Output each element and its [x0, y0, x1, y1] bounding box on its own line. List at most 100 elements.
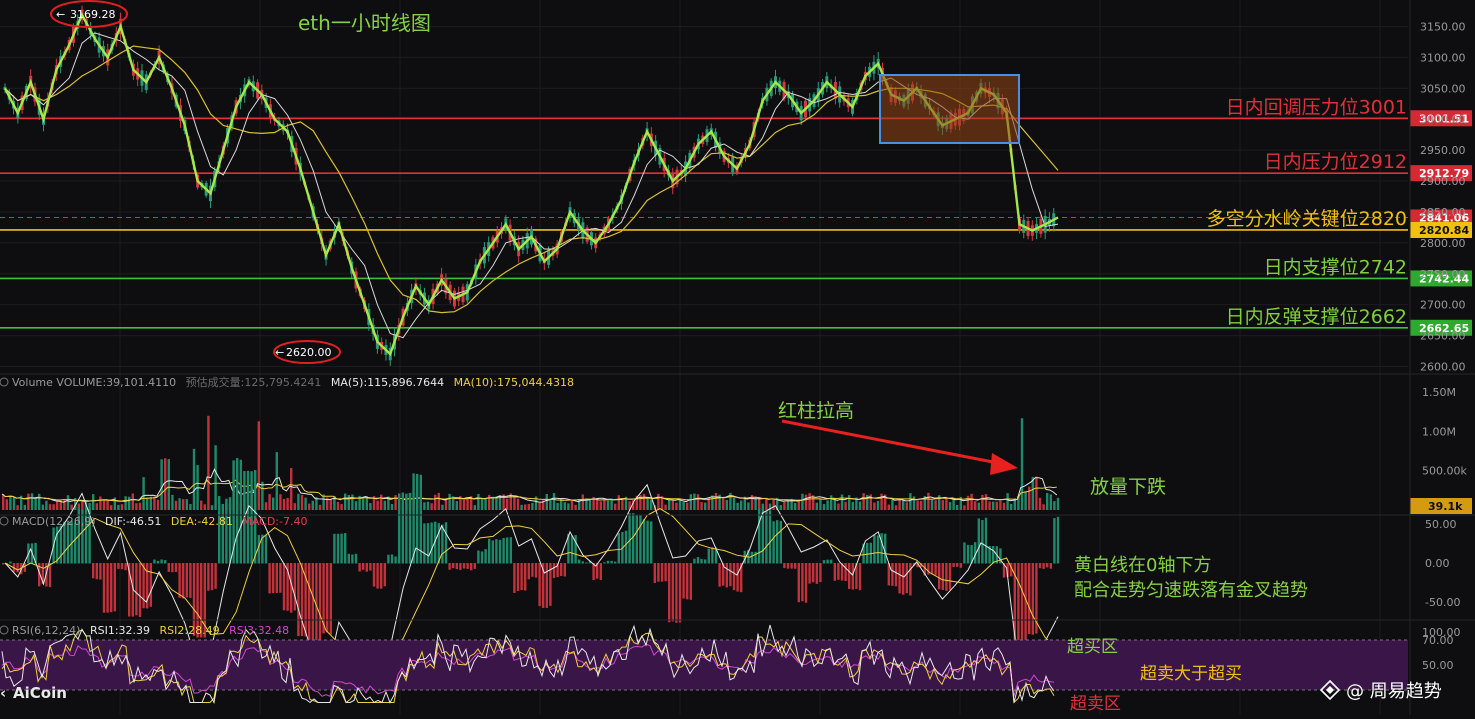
- volume-bar: [376, 500, 379, 510]
- macd-histogram-bar: [92, 563, 95, 579]
- macd-histogram-bar: [574, 535, 577, 564]
- volume-bar: [138, 502, 142, 510]
- volume-bar: [142, 477, 145, 510]
- volume-bar: [675, 502, 678, 510]
- volume-bar: [185, 499, 188, 510]
- macd-histogram-bar: [326, 563, 329, 633]
- macd-histogram-bar: [948, 563, 952, 590]
- level-price-tag-text: 2820.84: [1419, 224, 1469, 237]
- price-tick-label: 2950.00: [1420, 144, 1466, 157]
- rsi-middle-label: 超卖大于超买: [1140, 664, 1242, 684]
- macd-histogram-bar: [9, 561, 12, 564]
- macd-histogram-bar: [164, 560, 167, 564]
- macd-histogram-bar: [628, 513, 631, 564]
- volume-bar: [354, 501, 358, 510]
- svg-text:Volume VOLUME:39,101.4110: Volume VOLUME:39,101.4110 预估成交量:125,795.…: [12, 375, 574, 389]
- volume-bar: [466, 499, 469, 510]
- volume-bar: [149, 496, 152, 510]
- volume-bar: [570, 500, 574, 510]
- macd-histogram-bar: [387, 554, 390, 564]
- volume-bar: [902, 499, 905, 510]
- macd-histogram-bar: [826, 559, 829, 564]
- high-marker-value: 3169.28: [70, 8, 116, 21]
- macd-histogram-bar: [189, 563, 192, 598]
- volume-bar: [34, 498, 37, 510]
- macd-histogram-bar: [729, 563, 732, 587]
- macd-histogram-bar: [815, 563, 818, 584]
- macd-histogram-bar: [498, 539, 502, 564]
- volume-bar: [898, 499, 901, 510]
- volume-bar: [99, 496, 102, 510]
- volume-bar: [815, 502, 818, 510]
- macd-histogram-bar: [707, 548, 710, 564]
- macd-histogram-bar: [491, 540, 494, 564]
- volume-bar: [264, 502, 268, 510]
- volume-bar: [38, 493, 41, 510]
- volume-bar: [920, 500, 923, 510]
- volume-bar: [664, 504, 667, 510]
- macd-histogram-bar: [430, 522, 433, 564]
- volume-bar: [916, 500, 919, 510]
- volume-bar: [1010, 503, 1013, 510]
- volume-bar: [351, 494, 354, 510]
- macd-histogram-bar: [412, 473, 415, 564]
- volume-bar: [837, 503, 840, 510]
- macd-histogram-bar: [682, 563, 685, 599]
- volume-bar: [318, 504, 322, 510]
- macd-histogram-bar: [293, 563, 296, 611]
- macd-histogram-bar: [538, 563, 541, 607]
- volume-bar: [941, 500, 944, 510]
- watermark-text: @ 周易趋势: [1346, 681, 1442, 702]
- volume-bar: [858, 501, 862, 510]
- macd-histogram-bar: [1046, 563, 1049, 568]
- volume-bar: [286, 497, 289, 510]
- macd-histogram-bar: [844, 563, 847, 582]
- volume-bar: [1028, 486, 1031, 510]
- price-tick-label: 2750.00: [1420, 268, 1466, 281]
- macd-histogram-bar: [207, 563, 210, 591]
- volume-bar: [999, 500, 1002, 510]
- volume-bar: [394, 495, 397, 510]
- volume-bar: [362, 498, 365, 510]
- macd-histogram-bar: [124, 563, 127, 571]
- macd-histogram-bar: [264, 534, 268, 564]
- macd-histogram-bar: [347, 553, 350, 564]
- macd-histogram-bar: [963, 542, 966, 564]
- macd-histogram-bar: [365, 563, 368, 572]
- macd-histogram-bar: [664, 563, 667, 582]
- macd-histogram-bar: [174, 563, 178, 573]
- macd-histogram-bar: [423, 523, 426, 564]
- macd-histogram-bar: [218, 504, 221, 564]
- macd-histogram-bar: [167, 563, 170, 572]
- volume-bar: [1031, 477, 1034, 510]
- macd-histogram-bar: [581, 561, 584, 564]
- volume-bar: [174, 500, 178, 510]
- macd-histogram-bar: [545, 563, 548, 608]
- volume-bar: [524, 504, 527, 510]
- macd-histogram-bar: [171, 563, 174, 573]
- macd-histogram-bar: [484, 549, 487, 564]
- macd-histogram-bar: [1031, 563, 1034, 635]
- volume-bar: [516, 498, 520, 510]
- macd-histogram-bar: [660, 563, 664, 582]
- macd-histogram-bar: [794, 563, 797, 569]
- volume-bar: [182, 499, 185, 510]
- volume-bar: [732, 497, 736, 510]
- macd-histogram-bar: [779, 520, 782, 564]
- volume-bar: [887, 504, 890, 510]
- macd-histogram-bar: [603, 562, 606, 564]
- macd-histogram-bar: [552, 563, 556, 579]
- volume-bar: [282, 498, 286, 510]
- volume-bar: [545, 494, 548, 510]
- brand-name: AiCoin: [13, 684, 67, 702]
- macd-histogram-bar: [642, 519, 646, 564]
- price-tick-label: 2600.00: [1420, 361, 1466, 374]
- rsi-tick-label: 70.00: [1422, 634, 1454, 647]
- volume-bar: [261, 481, 264, 510]
- volume-bar: [1035, 476, 1038, 510]
- macd-histogram-bar: [502, 537, 505, 564]
- volume-bar: [531, 502, 534, 510]
- macd-histogram-bar: [876, 535, 880, 564]
- volume-bar: [340, 504, 343, 510]
- volume-tick-label: 1.00M: [1422, 425, 1456, 438]
